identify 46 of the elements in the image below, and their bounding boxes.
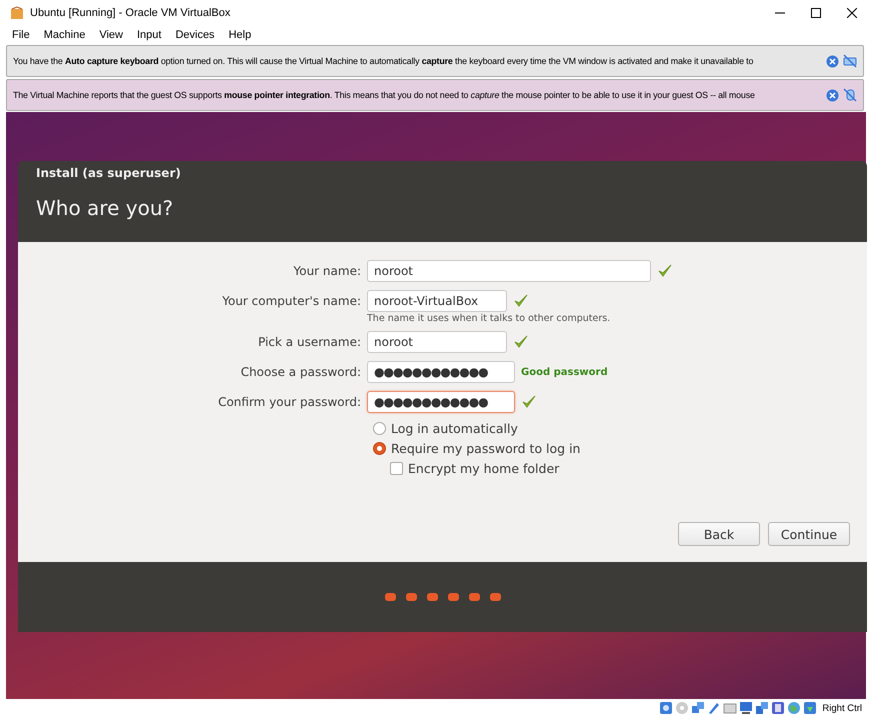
page-heading: Who are you? bbox=[36, 196, 174, 220]
back-button[interactable]: Back bbox=[678, 522, 760, 546]
text-field[interactable]: noroot bbox=[367, 331, 507, 353]
continue-button[interactable]: Continue bbox=[768, 522, 850, 546]
checkmark-icon bbox=[513, 334, 529, 350]
menu-item[interactable]: Devices bbox=[168, 29, 222, 41]
field-label: Pick a username: bbox=[257, 335, 362, 349]
section-title: Install (as superuser) bbox=[36, 166, 182, 180]
menu-item[interactable]: View bbox=[92, 29, 130, 41]
option-label: Log in automatically bbox=[391, 421, 518, 436]
download-icon[interactable] bbox=[803, 701, 818, 715]
monitor-icon[interactable] bbox=[739, 701, 754, 715]
host-key-label: Right Ctrl bbox=[822, 702, 862, 714]
windows-icon[interactable] bbox=[755, 701, 770, 715]
menu-item[interactable]: Input bbox=[130, 29, 168, 41]
radio-button[interactable] bbox=[373, 422, 386, 435]
password-field[interactable]: ●●●●●●●●●●●● bbox=[367, 391, 515, 413]
globe-icon[interactable] bbox=[787, 701, 802, 715]
option-label: Require my password to log in bbox=[391, 441, 580, 456]
checkmark-icon bbox=[657, 263, 673, 279]
radio-button[interactable] bbox=[373, 442, 386, 455]
text-field[interactable]: noroot-VirtualBox bbox=[367, 290, 507, 312]
pen-icon[interactable] bbox=[707, 701, 722, 715]
field-label: Confirm your password: bbox=[217, 395, 362, 409]
app-icon bbox=[10, 6, 24, 20]
notification-text: The Virtual Machine reports that the guest OS supports mouse pointer integration. This means that you do not need to capture the mouse pointer to be able to use it in your guest OS -- all mouse bbox=[13, 90, 756, 100]
window-title: Ubuntu [Running] - Oracle VM VirtualBox bbox=[30, 7, 232, 19]
field-label: Your name: bbox=[292, 264, 362, 278]
menu-item[interactable]: Machine bbox=[36, 29, 92, 41]
text-field[interactable]: noroot bbox=[367, 260, 651, 282]
network-icon[interactable] bbox=[691, 701, 706, 715]
chip-icon[interactable] bbox=[771, 701, 786, 715]
close-icon[interactable] bbox=[847, 8, 857, 18]
notification-text: You have the Auto capture keyboard option turned on. This will cause the Virtual Machine to automatically capture the keyboard every time the VM window is activated and make it unavailable to bbox=[13, 56, 754, 66]
field-hint: The name it uses when it talks to other computers. bbox=[367, 313, 610, 324]
menu-item[interactable]: File bbox=[5, 29, 37, 41]
menu-item[interactable]: Help bbox=[222, 29, 258, 41]
checkbox[interactable] bbox=[390, 462, 403, 475]
checkmark-icon bbox=[513, 293, 529, 309]
field-label: Choose a password: bbox=[240, 365, 362, 379]
password-strength: Good password bbox=[521, 366, 608, 378]
maximize-icon[interactable] bbox=[811, 8, 821, 18]
password-field[interactable]: ●●●●●●●●●●●● bbox=[367, 361, 515, 383]
checkmark-icon bbox=[521, 394, 537, 410]
field-label: Your computer's name: bbox=[221, 294, 362, 308]
option-label: Encrypt my home folder bbox=[408, 461, 560, 476]
